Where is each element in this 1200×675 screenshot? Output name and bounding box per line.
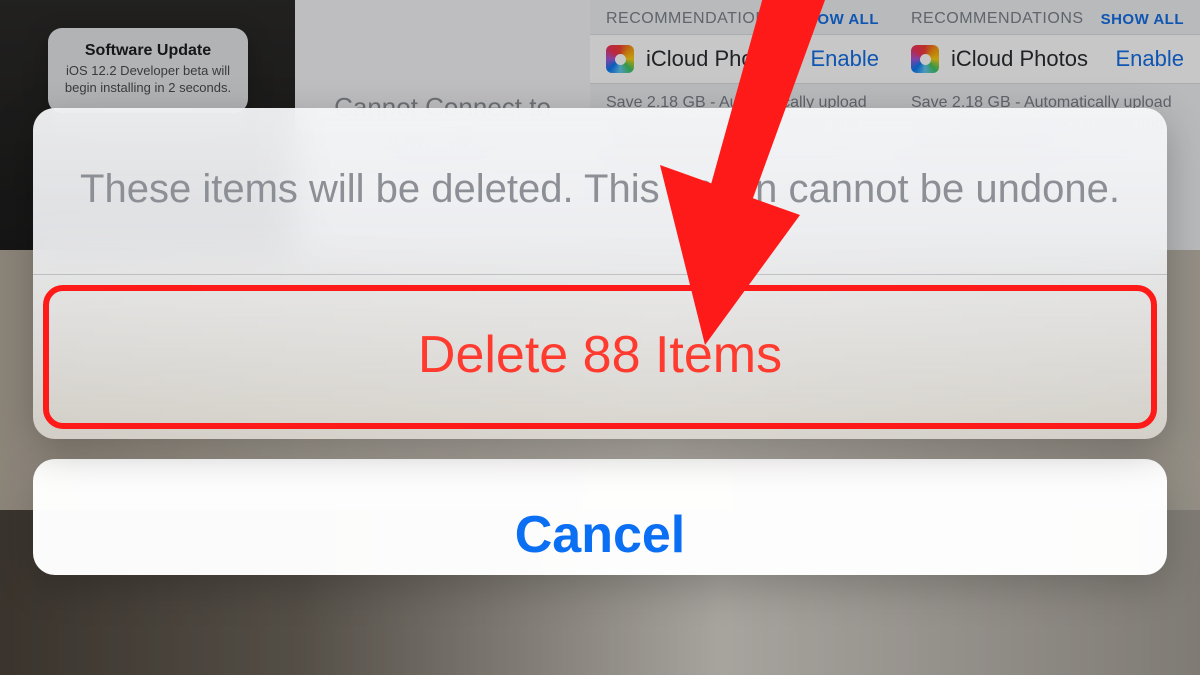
recommendations-heading: RECOMMENDATIONS <box>911 10 1084 28</box>
software-update-alert: Software Update iOS 12.2 Developer beta … <box>48 28 248 113</box>
enable-link[interactable]: Enable <box>810 46 879 72</box>
show-all-link[interactable]: SHOW ALL <box>796 11 879 28</box>
recommendations-heading: RECOMMENDATIONS <box>606 10 779 28</box>
enable-link[interactable]: Enable <box>1115 46 1184 72</box>
delete-action-row: Delete 88 Items <box>33 275 1167 439</box>
icloud-photos-title: iCloud Photos <box>646 46 798 72</box>
action-sheet-message: These items will be deleted. This action… <box>33 108 1167 274</box>
delete-items-button[interactable]: Delete 88 Items <box>33 275 1167 439</box>
icloud-photos-row[interactable]: iCloud Photos Enable <box>895 34 1200 84</box>
icloud-photos-row[interactable]: iCloud Photos Enable <box>590 34 895 84</box>
photos-icon <box>911 45 939 73</box>
icloud-photos-title: iCloud Photos <box>951 46 1103 72</box>
action-sheet-cancel-card: Cancel <box>33 459 1167 575</box>
cancel-button[interactable]: Cancel <box>33 459 1167 575</box>
action-sheet-card: These items will be deleted. This action… <box>33 108 1167 439</box>
photos-icon <box>606 45 634 73</box>
software-update-title: Software Update <box>60 42 236 60</box>
software-update-body: iOS 12.2 Developer beta will begin insta… <box>60 63 236 97</box>
show-all-link[interactable]: SHOW ALL <box>1101 11 1184 28</box>
action-sheet: These items will be deleted. This action… <box>33 108 1167 575</box>
